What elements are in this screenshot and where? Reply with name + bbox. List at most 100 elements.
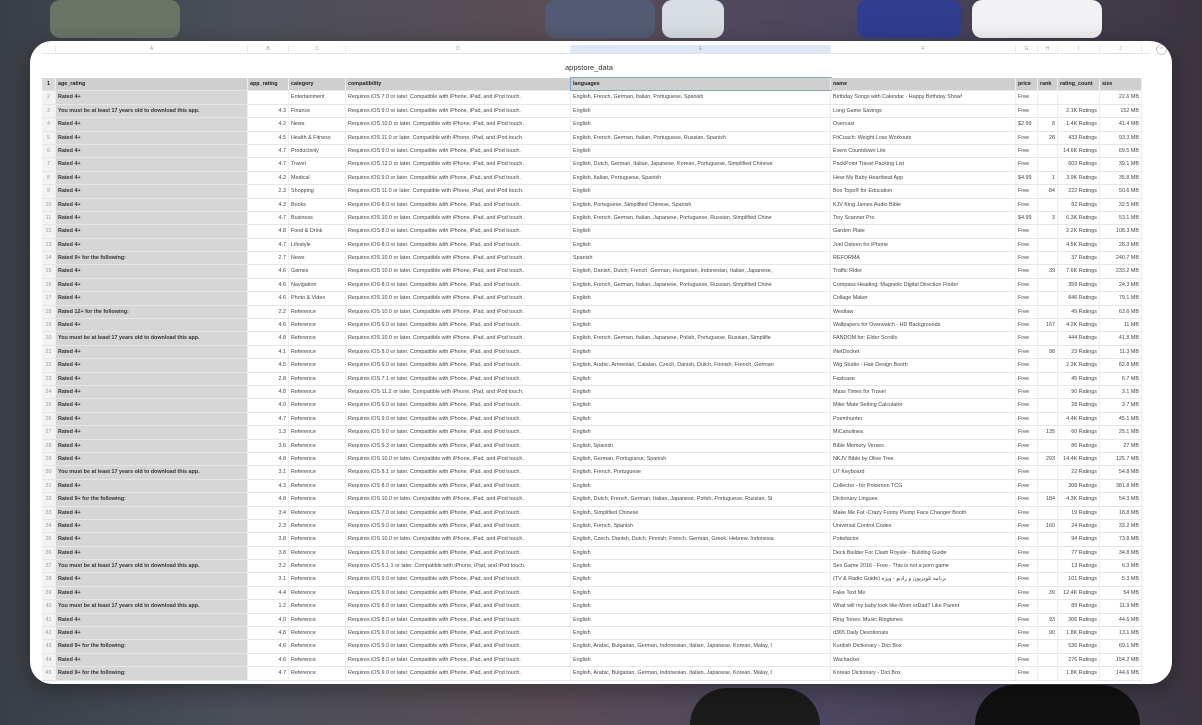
- rank-cell[interactable]: [1038, 600, 1058, 613]
- age-rating-cell[interactable]: Rated 4+: [56, 372, 248, 385]
- rating-count-cell[interactable]: 4.5K Ratings: [1058, 238, 1100, 252]
- category-cell[interactable]: Reference: [289, 372, 346, 385]
- name-cell[interactable]: Bible Memory Verses: [831, 439, 1016, 452]
- rating-count-cell[interactable]: 14.6K Ratings: [1058, 144, 1100, 158]
- age-rating-cell[interactable]: Rated 4+: [56, 144, 248, 158]
- rating-count-cell[interactable]: 4.4K Ratings: [1058, 412, 1100, 426]
- rank-cell[interactable]: [1038, 225, 1058, 238]
- rank-cell[interactable]: [1038, 573, 1058, 586]
- name-cell[interactable]: Fake Text Me: [831, 586, 1016, 600]
- price-cell[interactable]: Free: [1016, 653, 1038, 667]
- languages-cell[interactable]: English, Spanish: [571, 439, 831, 452]
- table-row[interactable]: 12 Rated 4+ 4.8 Food & Drink Requires iOS 8.…: [42, 225, 1142, 239]
- row-number[interactable]: 35: [42, 533, 56, 546]
- age-rating-cell[interactable]: Rated 4+: [56, 399, 248, 412]
- table-row[interactable]: 21 Rated 4+ 4.1 Reference Requires iOS 8.0 o…: [42, 345, 1142, 360]
- table-row[interactable]: 23 Rated 4+ 2.8 Reference Requires iOS 7.1 o…: [42, 372, 1142, 386]
- price-cell[interactable]: Free: [1016, 104, 1038, 118]
- compatibility-cell[interactable]: Requires iOS 12.0 or later. Compatible w…: [346, 158, 571, 171]
- app-rating-cell[interactable]: 2.3: [248, 185, 289, 198]
- name-cell[interactable]: U7 Keyboard: [831, 466, 1016, 479]
- table-row[interactable]: 18 Rated 12+ for the following: 2.2 Referen…: [42, 305, 1142, 320]
- size-cell[interactable]: 6.3 MB: [1100, 560, 1142, 573]
- rank-cell[interactable]: [1038, 466, 1058, 479]
- column-letter-d[interactable]: D: [346, 45, 571, 53]
- app-rating-cell[interactable]: 4.6: [248, 653, 289, 667]
- languages-cell[interactable]: English, Arabic, Armenian, Catalan, Czec…: [571, 359, 831, 372]
- row-number[interactable]: 21: [42, 345, 56, 359]
- category-cell[interactable]: Reference: [289, 439, 346, 452]
- name-cell[interactable]: What will my baby look like-Mom orDad? L…: [831, 600, 1016, 613]
- languages-cell[interactable]: English: [571, 238, 831, 252]
- header-languages[interactable]: languages: [570, 76, 832, 92]
- languages-cell[interactable]: English: [571, 319, 831, 332]
- app-rating-cell[interactable]: 4.8: [248, 385, 289, 399]
- category-cell[interactable]: Reference: [289, 506, 346, 519]
- rank-cell[interactable]: [1038, 560, 1058, 573]
- age-rating-cell[interactable]: Rated 4+: [56, 118, 248, 131]
- price-cell[interactable]: Free: [1016, 345, 1038, 359]
- compatibility-cell[interactable]: Requires iOS 11.0 or later. Compatible w…: [346, 131, 571, 144]
- category-cell[interactable]: Lifestyle: [289, 238, 346, 252]
- category-cell[interactable]: Reference: [289, 319, 346, 332]
- row-number[interactable]: 18: [42, 305, 56, 319]
- rank-cell[interactable]: 93: [1038, 613, 1058, 627]
- table-row[interactable]: 14 Rated 9+ for the following: 2.7 News Requ…: [42, 252, 1142, 266]
- row-number[interactable]: 27: [42, 426, 56, 439]
- size-cell[interactable]: 152 MB: [1100, 104, 1142, 118]
- compatibility-cell[interactable]: Requires iOS 9.0 or later. Compatible wi…: [346, 586, 571, 600]
- table-row[interactable]: 24 Rated 4+ 4.8 Reference Requires iOS 11.2 …: [42, 385, 1142, 400]
- table-row[interactable]: 16 Rated 4+ 4.6 Navigation Requires iOS 8.0 …: [42, 278, 1142, 293]
- compatibility-cell[interactable]: Requires iOS 9.0 or later. Compatible wi…: [346, 359, 571, 372]
- category-cell[interactable]: Navigation: [289, 278, 346, 292]
- age-rating-cell[interactable]: Rated 9+ for the following:: [56, 252, 248, 265]
- app-rating-cell[interactable]: 4.0: [248, 399, 289, 412]
- name-cell[interactable]: Box Tops® for Education: [831, 185, 1016, 198]
- table-row[interactable]: 19 Rated 4+ 4.6 Reference Requires iOS 9.0 o…: [42, 319, 1142, 333]
- name-cell[interactable]: Tiny Scanner Pro: [831, 211, 1016, 225]
- rating-count-cell[interactable]: 14.4K Ratings: [1058, 452, 1100, 466]
- rating-count-cell[interactable]: 2.2K Ratings: [1058, 225, 1100, 238]
- app-rating-cell[interactable]: 4.3: [248, 479, 289, 493]
- category-cell[interactable]: Health & Fitness: [289, 131, 346, 144]
- name-cell[interactable]: KJV King James Audio Bible: [831, 198, 1016, 211]
- rating-count-cell[interactable]: 603 Ratings: [1058, 158, 1100, 171]
- rank-cell[interactable]: 167: [1038, 319, 1058, 332]
- size-cell[interactable]: 27 MB: [1100, 439, 1142, 452]
- size-cell[interactable]: 233.2 MB: [1100, 265, 1142, 278]
- name-cell[interactable]: Ring Tones: Music Ringtones: [831, 613, 1016, 627]
- languages-cell[interactable]: English, Danish, Dutch, French, German, …: [571, 265, 831, 278]
- price-cell[interactable]: $4.99: [1016, 211, 1038, 225]
- size-cell[interactable]: 54 MB: [1100, 586, 1142, 600]
- app-rating-cell[interactable]: 4.2: [248, 118, 289, 131]
- rank-cell[interactable]: [1038, 198, 1058, 211]
- app-rating-cell[interactable]: 4.6: [248, 278, 289, 292]
- languages-cell[interactable]: English: [571, 426, 831, 439]
- rating-count-cell[interactable]: 1.8K Ratings: [1058, 667, 1100, 680]
- size-cell[interactable]: 125.7 MB: [1100, 452, 1142, 466]
- languages-cell[interactable]: English: [571, 586, 831, 600]
- price-cell[interactable]: Free: [1016, 560, 1038, 573]
- name-cell[interactable]: Birthday Songs with Calendar - Happy Bir…: [831, 91, 1016, 104]
- app-rating-cell[interactable]: 4.7: [248, 238, 289, 252]
- app-rating-cell[interactable]: 3.1: [248, 466, 289, 479]
- age-rating-cell[interactable]: Rated 4+: [56, 238, 248, 252]
- price-cell[interactable]: Free: [1016, 332, 1038, 345]
- size-cell[interactable]: 45.1 MB: [1100, 412, 1142, 426]
- row-number[interactable]: 15: [42, 265, 56, 278]
- languages-cell[interactable]: Spanish: [571, 252, 831, 265]
- rating-count-cell[interactable]: 2.1K Ratings: [1058, 104, 1100, 118]
- languages-cell[interactable]: English, French, German, Italian, Portug…: [571, 91, 831, 104]
- rank-cell[interactable]: 160: [1038, 519, 1058, 533]
- rating-count-cell[interactable]: 306 Ratings: [1058, 613, 1100, 627]
- header-rank[interactable]: rank: [1038, 78, 1058, 91]
- compatibility-cell[interactable]: Requires iOS 11.2 or later. Compatible w…: [346, 385, 571, 399]
- app-rating-cell[interactable]: 4.6: [248, 640, 289, 653]
- category-cell[interactable]: Business: [289, 211, 346, 225]
- name-cell[interactable]: Compass Heading: Magnetic Digital Direct…: [831, 278, 1016, 292]
- row-number[interactable]: 20: [42, 332, 56, 345]
- rank-cell[interactable]: [1038, 359, 1058, 372]
- app-rating-cell[interactable]: 4.4: [248, 586, 289, 600]
- age-rating-cell[interactable]: Rated 4+: [56, 439, 248, 452]
- rating-count-cell[interactable]: 4.2K Ratings: [1058, 319, 1100, 332]
